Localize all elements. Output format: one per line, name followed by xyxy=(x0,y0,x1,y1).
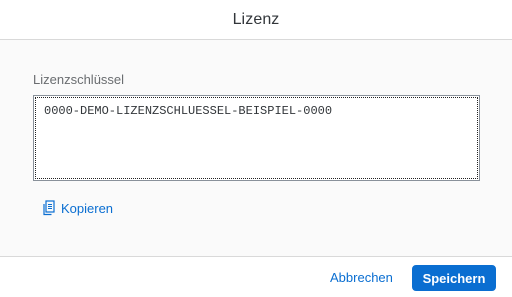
dialog-header: Lizenz xyxy=(0,0,512,40)
dialog-title: Lizenz xyxy=(232,10,280,28)
license-dialog: Lizenz Lizenzschlüssel 0000-DEMO-LIZENZS… xyxy=(0,0,512,297)
cancel-button[interactable]: Abbrechen xyxy=(326,267,397,289)
license-key-value[interactable]: 0000-DEMO-LIZENZSCHLUESSEL-BEISPIEL-0000 xyxy=(35,97,478,179)
dialog-content: Lizenzschlüssel 0000-DEMO-LIZENZSCHLUESS… xyxy=(0,40,512,256)
copy-icon xyxy=(42,200,56,216)
save-button[interactable]: Speichern xyxy=(412,265,496,291)
copy-button-label: Kopieren xyxy=(61,200,114,216)
copy-button[interactable]: Kopieren xyxy=(42,200,113,216)
license-key-field[interactable]: 0000-DEMO-LIZENZSCHLUESSEL-BEISPIEL-0000 xyxy=(33,95,480,181)
license-key-label: Lizenzschlüssel xyxy=(33,72,125,87)
dialog-footer: Abbrechen Speichern xyxy=(0,256,512,297)
